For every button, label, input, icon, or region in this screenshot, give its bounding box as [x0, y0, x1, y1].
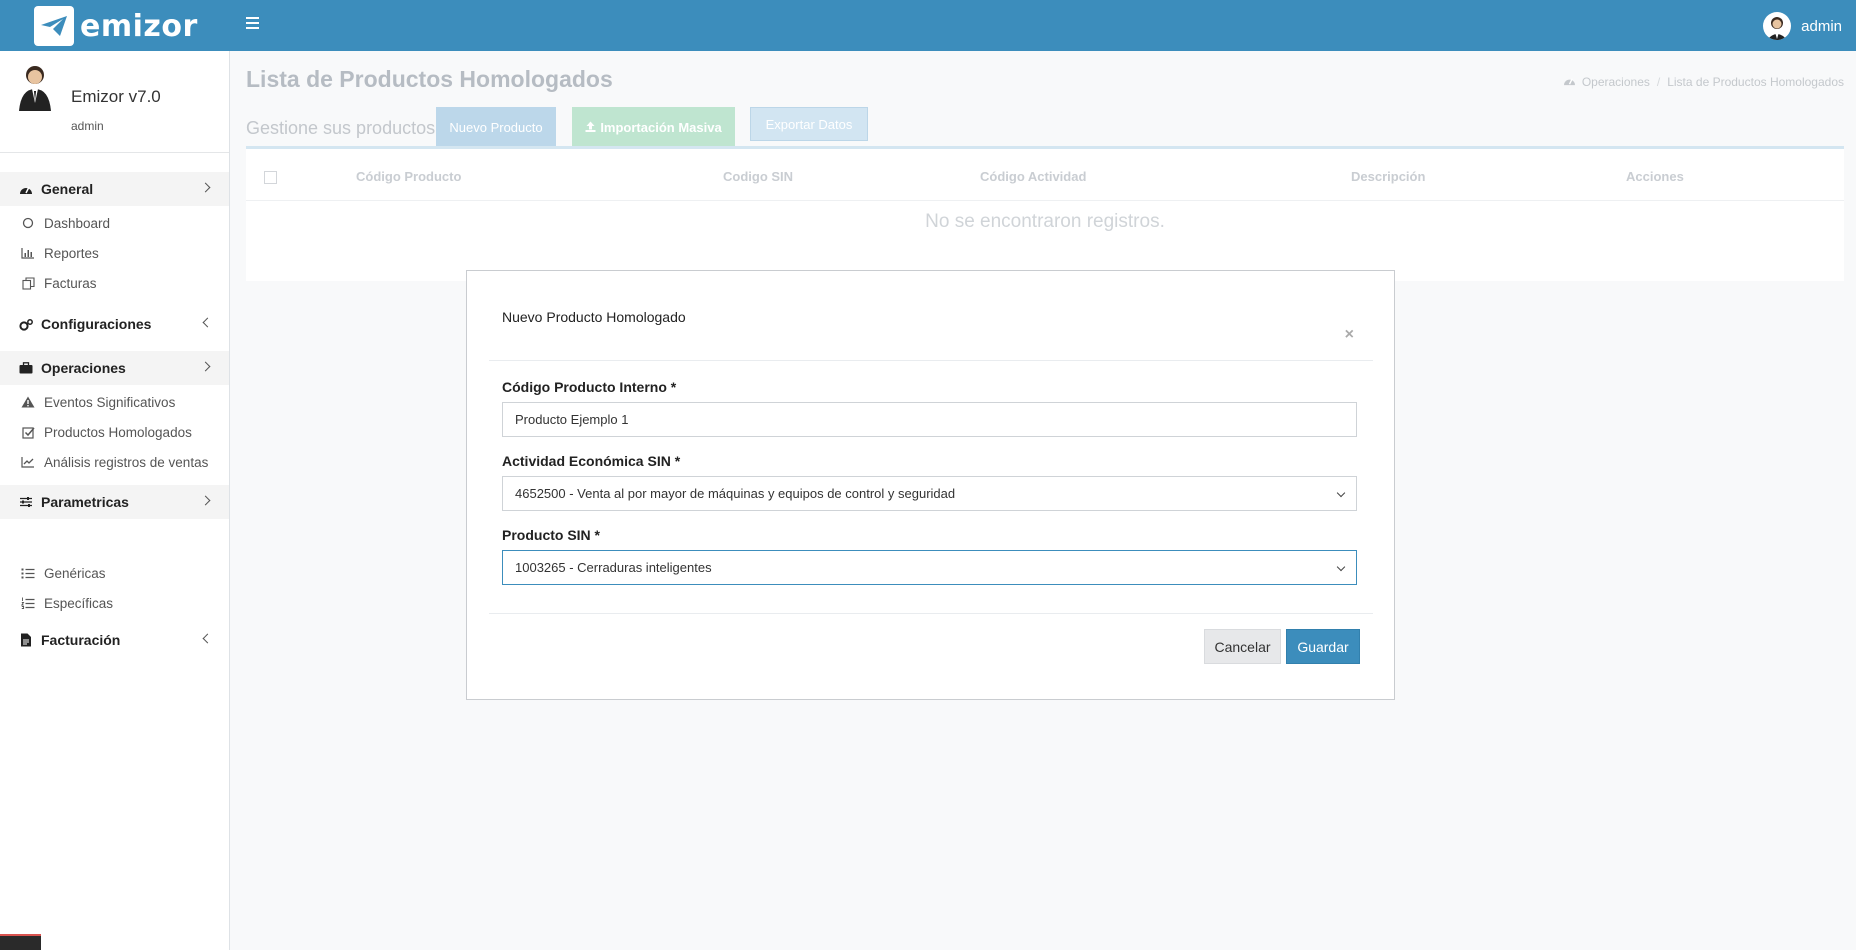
brand-name: emizor — [80, 8, 198, 44]
sidebar-item-reportes[interactable]: Reportes — [0, 239, 229, 267]
sidebar-item-label: Específicas — [44, 595, 114, 611]
cancel-button[interactable]: Cancelar — [1204, 629, 1281, 664]
upload-icon — [585, 120, 596, 135]
codigo-producto-input[interactable]: Producto Ejemplo 1 — [502, 402, 1357, 437]
chevron-right-icon — [200, 361, 211, 372]
sidebar-group-parametricas[interactable]: Parametricas — [0, 485, 229, 519]
debug-toolbar-badge[interactable] — [0, 934, 41, 950]
paper-plane-icon — [34, 6, 74, 46]
close-icon[interactable]: × — [1345, 326, 1354, 344]
breadcrumb: Operaciones / Lista de Productos Homolog… — [1563, 75, 1844, 89]
select-all-checkbox[interactable] — [264, 171, 277, 184]
sidebar-item-label: Facturas — [44, 275, 97, 291]
sidebar-group-label: Operaciones — [41, 360, 126, 376]
sidebar-item-eventos-significativos[interactable]: Eventos Significativos — [0, 388, 229, 416]
user-menu[interactable]: admin — [1763, 12, 1842, 40]
toolbar-label: Gestione sus productos — [246, 118, 436, 138]
sidebar-group-general[interactable]: General — [0, 172, 229, 206]
copy-icon — [21, 276, 35, 290]
chevron-right-icon — [200, 495, 211, 506]
dashboard-gauge-icon — [19, 182, 33, 196]
menu-toggle-icon[interactable] — [246, 17, 259, 29]
bulk-import-label: Importación Masiva — [600, 120, 722, 135]
sidebar-group-facturacion[interactable]: Facturación — [0, 623, 229, 657]
new-product-modal: Nuevo Producto Homologado × Código Produ… — [466, 270, 1395, 700]
actividad-economica-select[interactable]: 4652500 - Venta al por mayor de máquinas… — [502, 476, 1357, 511]
sidebar-divider — [0, 152, 229, 153]
table-header: Código Producto Codigo SIN Código Activi… — [246, 149, 1844, 201]
producto-sin-label: Producto SIN * — [502, 527, 601, 543]
save-button[interactable]: Guardar — [1286, 629, 1360, 664]
breadcrumb-separator: / — [1656, 75, 1661, 89]
column-acciones: Acciones — [1626, 169, 1684, 184]
actividad-economica-label: Actividad Económica SIN * — [502, 453, 681, 469]
column-codigo-actividad[interactable]: Código Actividad — [980, 169, 1086, 184]
top-navbar: emizor admin — [0, 0, 1856, 51]
chevron-down-icon — [1336, 488, 1346, 498]
file-text-icon — [19, 633, 33, 647]
user-panel-title: Emizor v7.0 — [71, 87, 161, 106]
sidebar-item-label: Productos Homologados — [44, 424, 192, 440]
user-avatar-large — [19, 66, 51, 111]
dashboard-gauge-icon — [1563, 75, 1576, 89]
sidebar-item-dashboard[interactable]: Dashboard — [0, 209, 229, 237]
producto-sin-value: 1003265 - Cerraduras inteligentes — [515, 560, 712, 575]
chevron-right-icon — [200, 182, 211, 193]
sidebar-item-label: Análisis registros de ventas — [44, 454, 209, 470]
breadcrumb-operaciones[interactable]: Operaciones — [1582, 75, 1650, 89]
sidebar-group-configuraciones[interactable]: Configuraciones — [0, 307, 229, 341]
codigo-producto-label: Código Producto Interno * — [502, 379, 677, 395]
brand-logo-link[interactable]: emizor — [34, 6, 198, 46]
sliders-icon — [19, 495, 33, 509]
actividad-economica-value: 4652500 - Venta al por mayor de máquinas… — [515, 486, 956, 501]
export-data-button[interactable]: Exportar Datos — [750, 107, 868, 141]
sidebar-group-label: Configuraciones — [41, 316, 152, 332]
sidebar: Emizor v7.0 admin General Dashboard Repo… — [0, 51, 230, 950]
sidebar-group-label: General — [41, 181, 94, 197]
column-codigo-producto[interactable]: Código Producto — [356, 169, 461, 184]
modal-footer-divider — [489, 613, 1373, 614]
user-avatar — [1763, 12, 1792, 40]
page-title: Lista de Productos Homologados — [246, 66, 613, 92]
new-product-button[interactable]: Nuevo Producto — [436, 107, 556, 148]
sidebar-item-analisis-ventas[interactable]: Análisis registros de ventas — [0, 448, 229, 476]
modal-title: Nuevo Producto Homologado — [502, 309, 686, 325]
circle-icon — [21, 216, 35, 230]
sidebar-item-label: Eventos Significativos — [44, 394, 176, 410]
user-menu-name: admin — [1801, 17, 1842, 35]
sidebar-item-label: Genéricas — [44, 565, 106, 581]
chevron-down-icon — [1336, 562, 1346, 572]
sidebar-item-label: Reportes — [44, 245, 99, 261]
list-ol-icon — [21, 596, 35, 610]
sidebar-group-operaciones[interactable]: Operaciones — [0, 351, 229, 385]
producto-sin-select[interactable]: 1003265 - Cerraduras inteligentes — [502, 550, 1357, 585]
modal-header-divider — [489, 360, 1373, 361]
codigo-producto-value: Producto Ejemplo 1 — [515, 412, 629, 427]
breadcrumb-current: Lista de Productos Homologados — [1667, 75, 1844, 89]
briefcase-icon — [19, 361, 33, 375]
warning-icon — [21, 395, 35, 409]
sidebar-group-label: Parametricas — [41, 494, 129, 510]
empty-table-message: No se encontraron registros. — [925, 211, 1165, 232]
check-square-icon — [21, 425, 35, 439]
sidebar-item-genericas[interactable]: Genéricas — [0, 559, 229, 587]
sidebar-item-label: Dashboard — [44, 215, 111, 231]
column-codigo-sin[interactable]: Codigo SIN — [723, 169, 793, 184]
user-panel-role: admin — [71, 119, 104, 133]
chevron-left-icon — [202, 633, 213, 644]
column-descripcion[interactable]: Descripción — [1351, 169, 1425, 184]
sidebar-group-label: Facturación — [41, 632, 121, 648]
bar-chart-icon — [21, 246, 35, 260]
cogs-icon — [19, 317, 33, 331]
sidebar-item-facturas[interactable]: Facturas — [0, 269, 229, 297]
sidebar-item-especificas[interactable]: Específicas — [0, 589, 229, 617]
line-chart-icon — [21, 455, 35, 469]
bulk-import-button[interactable]: Importación Masiva — [572, 107, 735, 148]
products-table-panel: Código Producto Codigo SIN Código Activi… — [246, 146, 1844, 281]
chevron-left-icon — [202, 317, 213, 328]
sidebar-item-productos-homologados[interactable]: Productos Homologados — [0, 418, 229, 446]
list-icon — [21, 566, 35, 580]
